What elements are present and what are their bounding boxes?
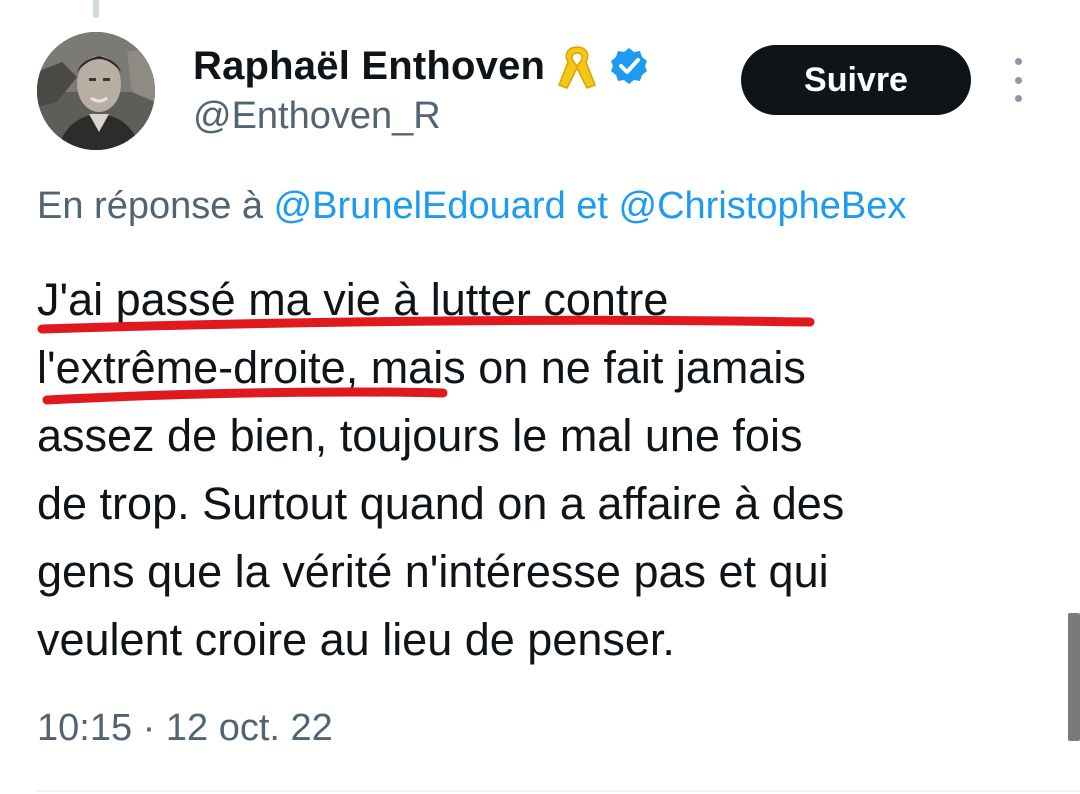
tweet-timestamp[interactable]: 10:15 · 12 oct. 22 <box>37 707 333 750</box>
author-name-row: Raphaël Enthoven <box>193 40 649 92</box>
more-dot <box>1014 76 1022 84</box>
author-handle[interactable]: @Enthoven_R <box>193 95 441 138</box>
mention-link-bex[interactable]: @ChristopheBex <box>619 185 907 227</box>
more-options-icon[interactable] <box>1003 58 1033 102</box>
avatar-photo <box>37 32 155 150</box>
mention-link-brunel[interactable]: @BrunelEdouard <box>274 185 566 227</box>
author-avatar[interactable] <box>37 32 155 150</box>
reply-context: En réponse à @BrunelEdouard et @Christop… <box>37 185 906 228</box>
reply-prefix: En réponse à <box>37 185 274 227</box>
tweet-text-line: J'ai passé ma vie à lutter contre <box>37 274 669 325</box>
tweet-text-line: assez de bien, toujours le mal une fois <box>37 410 803 461</box>
tweet-text: J'ai passé ma vie à lutter contre l'extr… <box>37 266 1047 674</box>
author-display-name[interactable]: Raphaël Enthoven <box>193 44 545 89</box>
tweet-text-line: veulent croire au lieu de penser. <box>37 614 675 665</box>
more-dot <box>1014 95 1022 102</box>
tweet-text-line: l'extrême-droite, mais on ne fait jamais <box>37 342 806 393</box>
more-dot <box>1014 58 1022 65</box>
verified-badge-icon[interactable] <box>609 46 649 86</box>
follow-button[interactable]: Suivre <box>741 45 971 115</box>
thread-connector-line <box>93 0 99 18</box>
divider <box>37 790 1080 792</box>
yellow-ribbon-icon <box>555 41 599 91</box>
reply-connector: et <box>565 185 619 227</box>
tweet-text-line: gens que la vérité n'intéresse pas et qu… <box>37 546 829 597</box>
scrollbar-thumb[interactable] <box>1068 613 1080 741</box>
tweet-text-line: de trop. Surtout quand on a affaire à de… <box>37 478 845 529</box>
